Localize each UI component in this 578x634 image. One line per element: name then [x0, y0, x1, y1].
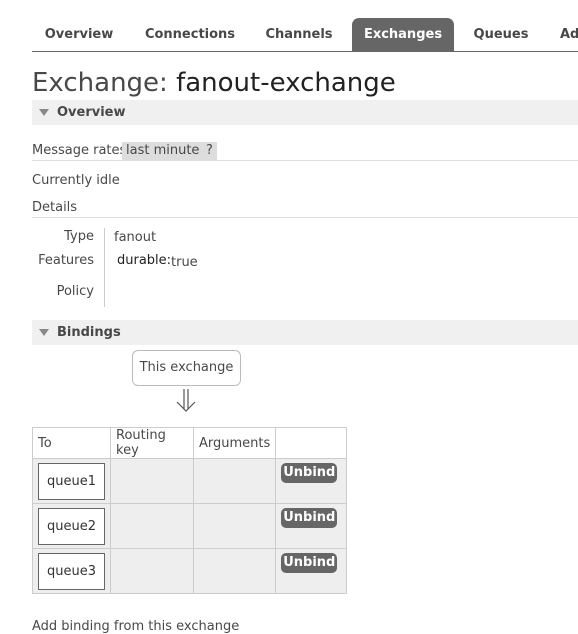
queue-link[interactable]: queue2 [38, 508, 105, 545]
details-label: Details [32, 200, 78, 215]
policy-label: Policy [56, 284, 94, 299]
table-row: queue3 Unbind [32, 548, 348, 594]
routing-key-cell [110, 458, 194, 504]
down-double-arrow-icon [176, 389, 196, 412]
idle-status: Currently idle [32, 173, 120, 188]
message-rates-label: Message rates [32, 143, 127, 158]
column-header-routing-key: Routing key [110, 427, 194, 459]
arguments-cell [192, 548, 277, 594]
details-separator [104, 228, 105, 307]
rate-range-selector[interactable]: last minute [122, 142, 204, 160]
tab-exchanges[interactable]: Exchanges [352, 18, 454, 51]
routing-key-cell [110, 503, 194, 549]
tab-channels[interactable]: Channels [254, 18, 344, 51]
queue-link[interactable]: queue3 [38, 553, 105, 590]
overview-section-header[interactable]: Overview [32, 100, 578, 125]
queue-link[interactable]: queue1 [38, 463, 105, 500]
routing-key-cell [110, 548, 194, 594]
bindings-section-header[interactable]: Bindings [32, 320, 578, 345]
overview-heading: Overview [57, 105, 126, 120]
arguments-cell [192, 503, 277, 549]
to-cell: queue1 [32, 458, 111, 504]
table-header-row: To Routing key Arguments [32, 427, 348, 459]
tab-admin[interactable]: Ad [560, 18, 578, 51]
table-row: queue1 Unbind [32, 458, 348, 504]
table-row: queue2 Unbind [32, 503, 348, 549]
collapse-triangle-icon [39, 329, 49, 336]
column-header-arguments: Arguments [192, 427, 277, 459]
this-exchange-box: This exchange [132, 350, 241, 386]
action-cell: Unbind [275, 458, 348, 504]
type-value: fanout [114, 230, 157, 245]
tab-queues[interactable]: Queues [464, 18, 538, 51]
to-cell: queue3 [32, 548, 111, 594]
add-binding-label: Add binding from this exchange [32, 619, 240, 634]
exchange-name: fanout-exchange [176, 68, 396, 98]
divider [32, 160, 578, 161]
bindings-table: To Routing key Arguments queue1 Unbind q… [32, 427, 348, 594]
type-label: Type [64, 229, 94, 244]
tab-overview[interactable]: Overview [32, 18, 126, 51]
action-cell: Unbind [275, 548, 348, 594]
column-header-to: To [32, 427, 111, 459]
main-nav-tabs: Overview Connections Channels Exchanges … [32, 18, 578, 52]
help-button[interactable]: ? [202, 142, 217, 160]
page-title-prefix: Exchange: [32, 68, 168, 98]
arguments-cell [192, 458, 277, 504]
to-cell: queue2 [32, 503, 111, 549]
bindings-heading: Bindings [57, 325, 121, 340]
column-header-actions [275, 427, 348, 459]
tab-connections[interactable]: Connections [136, 18, 244, 51]
collapse-triangle-icon [39, 109, 49, 116]
divider [32, 217, 578, 218]
features-label: Features [38, 253, 94, 268]
page-title: Exchange: fanout-exchange [32, 68, 396, 98]
unbind-button[interactable]: Unbind [281, 553, 338, 573]
durable-value: true [171, 255, 198, 270]
unbind-button[interactable]: Unbind [281, 463, 338, 483]
action-cell: Unbind [275, 503, 348, 549]
durable-key: durable: [117, 253, 172, 268]
unbind-button[interactable]: Unbind [281, 508, 338, 528]
